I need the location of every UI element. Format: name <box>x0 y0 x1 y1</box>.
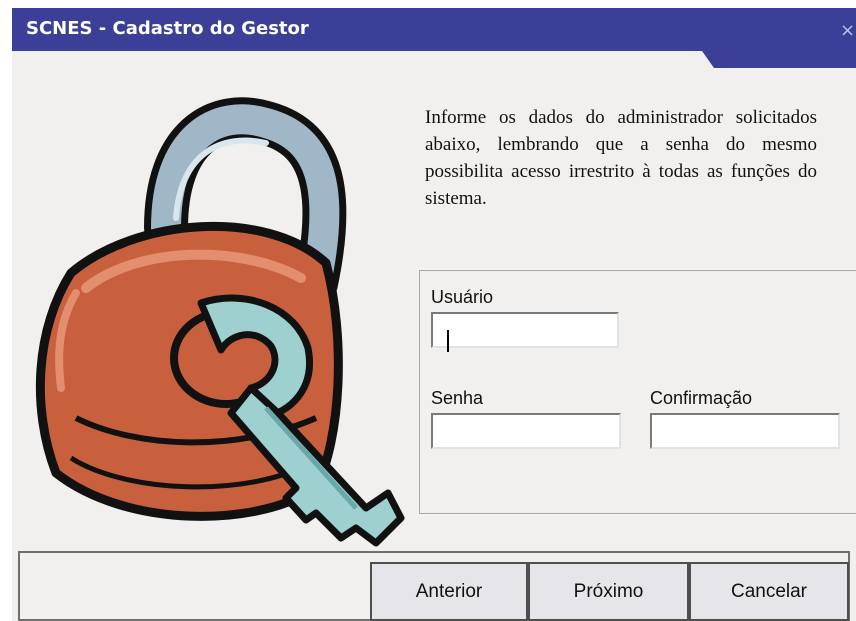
padlock-with-key-icon <box>35 97 405 547</box>
confirmacao-input[interactable] <box>650 413 840 449</box>
instructions-text: Informe os dados do administrador solici… <box>425 107 817 209</box>
text-caret <box>447 330 449 352</box>
proximo-button[interactable]: Próximo <box>528 562 689 621</box>
confirmacao-label: Confirmação <box>650 388 753 408</box>
usuario-input[interactable] <box>431 312 619 348</box>
window-title: SCNES - Cadastro do Gestor <box>26 18 309 39</box>
title-bar[interactable]: SCNES - Cadastro do Gestor × <box>12 8 856 68</box>
close-icon[interactable]: × <box>840 20 855 41</box>
dialog-window: SCNES - Cadastro do Gestor × Informe os … <box>12 8 856 621</box>
anterior-button[interactable]: Anterior <box>370 562 528 621</box>
senha-input[interactable] <box>431 413 621 449</box>
senha-label: Senha <box>431 388 484 408</box>
cancelar-button[interactable]: Cancelar <box>689 562 849 621</box>
usuario-label: Usuário <box>431 287 494 307</box>
